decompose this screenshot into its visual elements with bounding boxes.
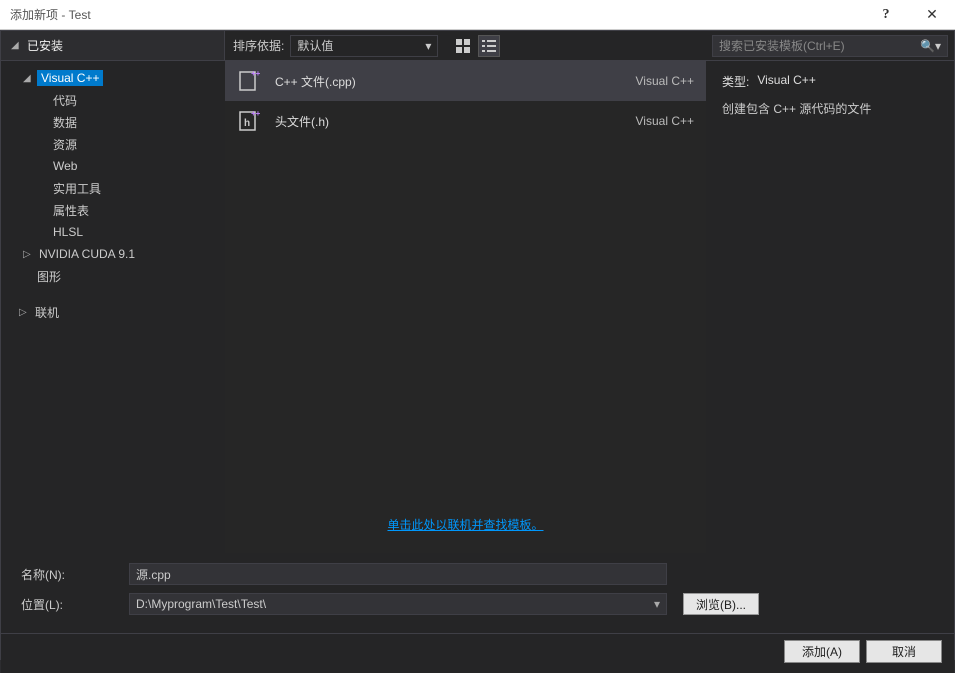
tree-item[interactable]: 数据 <box>1 111 225 133</box>
tree-item[interactable]: 资源 <box>1 133 225 155</box>
cpp-file-icon: ++ <box>237 69 261 93</box>
sort-label: 排序依据: <box>233 37 284 54</box>
template-name: C++ 文件(.cpp) <box>275 73 622 90</box>
template-language: Visual C++ <box>636 74 694 88</box>
search-area: 搜索已安装模板(Ctrl+E) 🔍▾ <box>706 31 954 60</box>
view-list-button[interactable] <box>478 35 500 57</box>
category-tree: ◢ Visual C++ 代码数据资源 Web 实用工具属性表 HLSL ▷ NVIDIA C… <box>1 61 225 553</box>
view-toggles <box>452 35 500 57</box>
tree-item[interactable]: 代码 <box>1 89 225 111</box>
dialog-body: ◢ 已安装 排序依据: 默认值 ▾ 搜索已安装模板(Ctrl+E) 🔍▾ <box>0 30 955 660</box>
detail-description: 创建包含 C++ 源代码的文件 <box>722 100 938 117</box>
expand-icon: ▷ <box>23 249 33 260</box>
location-value: D:\Myprogram\Test\Test\ <box>136 597 266 611</box>
detail-type-label: 类型: <box>722 73 749 90</box>
template-item[interactable]: ++ C++ 文件(.cpp) Visual C++ <box>225 61 706 101</box>
browse-button[interactable]: 浏览(B)... <box>683 593 759 615</box>
tree-item[interactable]: 实用工具 <box>1 177 225 199</box>
top-toolbar: ◢ 已安装 排序依据: 默认值 ▾ 搜索已安装模板(Ctrl+E) 🔍▾ <box>1 31 954 61</box>
window-title: 添加新项 - Test <box>10 6 91 23</box>
tree-label: Visual C++ <box>37 70 103 86</box>
template-name: 头文件(.h) <box>275 113 622 130</box>
tree-item[interactable]: 图形 <box>1 265 225 287</box>
detail-panel: 类型: Visual C++ 创建包含 C++ 源代码的文件 <box>706 61 954 553</box>
search-icon: 🔍▾ <box>920 39 941 53</box>
tree-label: HLSL <box>51 224 85 240</box>
tree-item[interactable]: Web <box>1 155 225 177</box>
collapse-icon: ◢ <box>11 40 21 51</box>
sort-area: 排序依据: 默认值 ▾ <box>225 31 706 60</box>
tree-item-online[interactable]: ▷ 联机 <box>1 301 225 323</box>
tree-label: 图形 <box>35 267 63 286</box>
svg-text:h: h <box>244 118 250 129</box>
svg-text:++: ++ <box>251 109 261 118</box>
tree-item[interactable]: HLSL <box>1 221 225 243</box>
name-label: 名称(N): <box>21 566 121 583</box>
template-language: Visual C++ <box>636 114 694 128</box>
titlebar-controls: ? ✕ <box>863 0 955 30</box>
tree-item[interactable]: ◢ Visual C++ <box>1 67 225 89</box>
sort-dropdown[interactable]: 默认值 ▾ <box>290 35 438 57</box>
name-input[interactable]: 源.cpp <box>129 563 667 585</box>
tree-label: 数据 <box>51 113 79 132</box>
svg-text:++: ++ <box>251 69 261 78</box>
template-list: ++C++ 文件(.cpp)Visual C++h++头文件(.h)Visual… <box>225 61 706 553</box>
installed-label: 已安装 <box>27 37 63 54</box>
expand-icon: ▷ <box>19 307 29 318</box>
tree-label: 代码 <box>51 91 79 110</box>
view-medium-icons-button[interactable] <box>452 35 474 57</box>
tree-label: 属性表 <box>51 201 91 220</box>
sort-value: 默认值 <box>297 37 333 54</box>
bottom-form: 名称(N): 源.cpp 位置(L): D:\Myprogram\Test\Te… <box>1 553 954 633</box>
titlebar: 添加新项 - Test ? ✕ <box>0 0 955 30</box>
chevron-down-icon: ▾ <box>654 597 660 611</box>
location-label: 位置(L): <box>21 596 121 613</box>
detail-type-value: Visual C++ <box>757 73 815 90</box>
online-templates-link[interactable]: 单击此处以联机并查找模板。 <box>225 506 706 543</box>
tree-item[interactable]: 属性表 <box>1 199 225 221</box>
close-button[interactable]: ✕ <box>909 0 955 30</box>
tree-label: 联机 <box>33 303 61 322</box>
help-button[interactable]: ? <box>863 0 909 30</box>
chevron-down-icon: ▾ <box>425 39 431 53</box>
tree-label: 实用工具 <box>51 179 103 198</box>
tree-label: Web <box>51 158 79 174</box>
location-input[interactable]: D:\Myprogram\Test\Test\ ▾ <box>129 593 667 615</box>
tree-item[interactable]: ▷ NVIDIA CUDA 9.1 <box>1 243 225 265</box>
search-input[interactable]: 搜索已安装模板(Ctrl+E) 🔍▾ <box>712 35 948 57</box>
dialog-buttons: 添加(A) 取消 <box>1 633 954 673</box>
name-value: 源.cpp <box>136 566 171 583</box>
template-item[interactable]: h++ 头文件(.h) Visual C++ <box>225 101 706 141</box>
tree-label: 资源 <box>51 135 79 154</box>
h-file-icon: h++ <box>237 109 261 133</box>
installed-header[interactable]: ◢ 已安装 <box>1 31 225 60</box>
search-placeholder: 搜索已安装模板(Ctrl+E) <box>719 37 845 54</box>
tree-label: NVIDIA CUDA 9.1 <box>37 246 137 262</box>
collapse-icon: ◢ <box>23 73 33 84</box>
main-area: ◢ Visual C++ 代码数据资源 Web 实用工具属性表 HLSL ▷ NVIDIA C… <box>1 61 954 553</box>
